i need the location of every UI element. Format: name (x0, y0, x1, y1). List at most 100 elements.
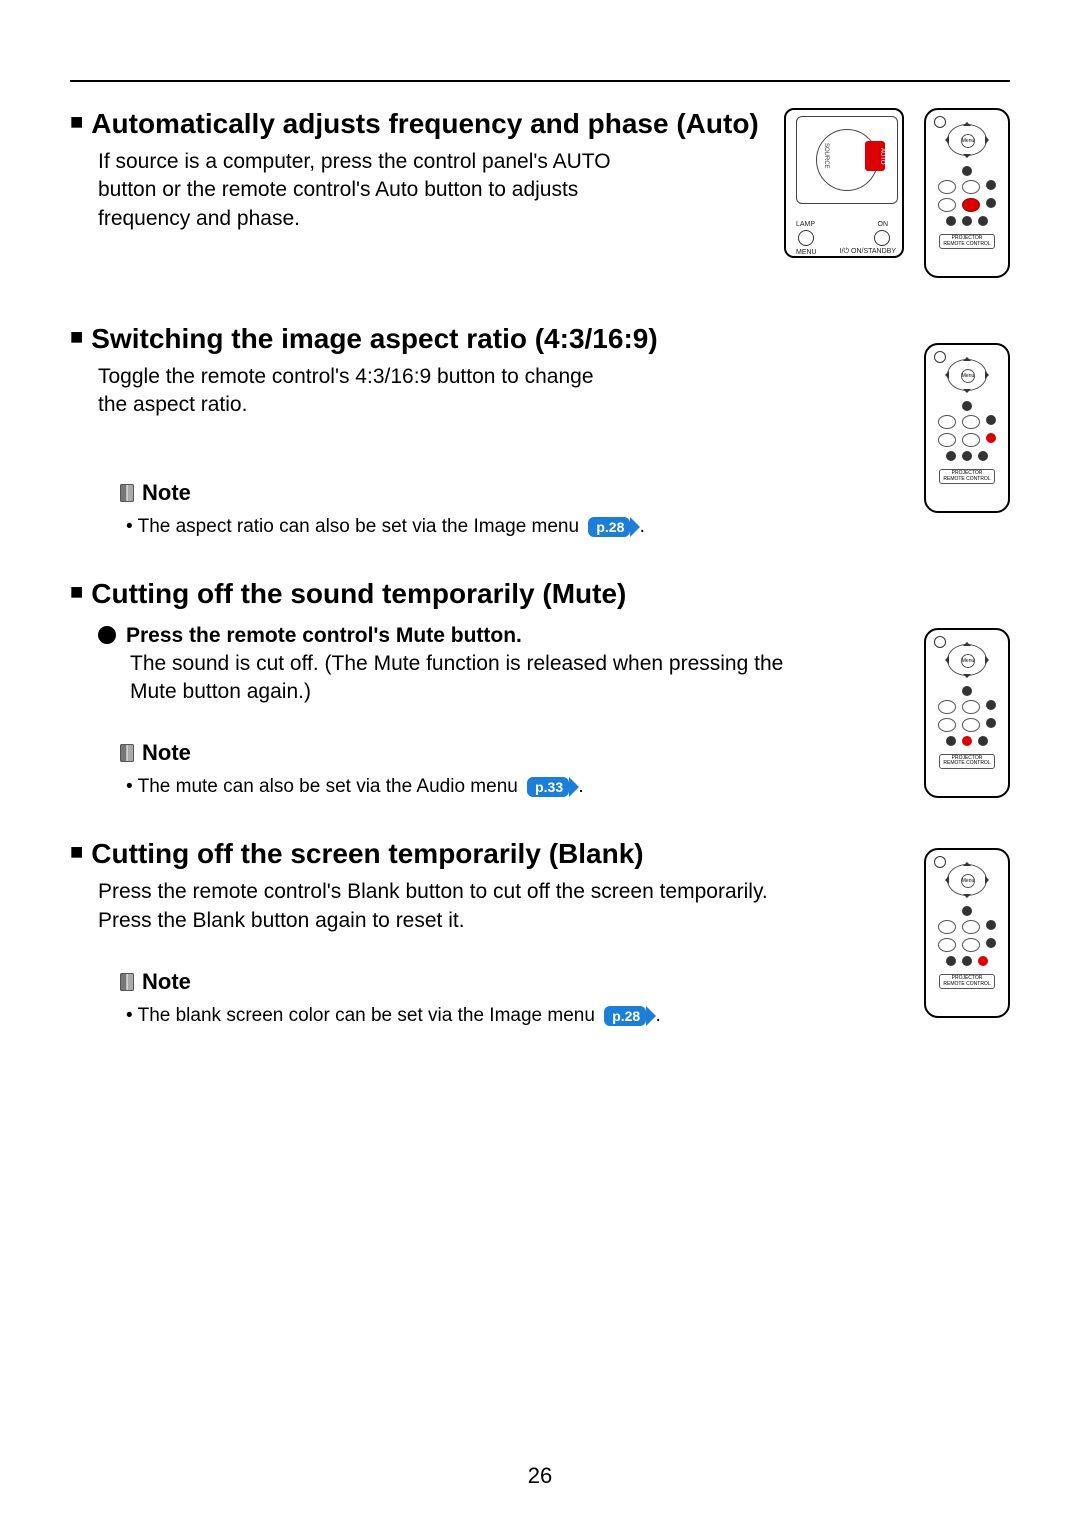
remote-menu-center: Menu (961, 874, 975, 888)
square-bullet-icon: ■ (70, 839, 83, 865)
step-mute: Press the remote control's Mute button. … (98, 624, 1010, 707)
remote-btn-1c (986, 920, 996, 930)
step-title: Press the remote control's Mute button. (98, 624, 1010, 648)
page-ref-badge[interactable]: p.28 (588, 517, 630, 537)
remote-btn-2a (938, 198, 956, 212)
plate-line2: REMOTE CONTROL (943, 476, 990, 482)
section-mute: ■ Cutting off the sound temporarily (Mut… (70, 578, 1010, 799)
note-item: The aspect ratio can also be set via the… (126, 516, 1010, 538)
remote-btn-1c (986, 180, 996, 190)
triangle-down-icon (963, 674, 971, 682)
triangle-right-icon (985, 136, 993, 144)
heading-text: Cutting off the sound temporarily (Mute) (91, 578, 626, 610)
remote-aspect-button-highlight (986, 433, 996, 443)
square-bullet-icon: ■ (70, 109, 83, 135)
triangle-left-icon (941, 656, 949, 664)
remote-ext-button (962, 401, 972, 411)
remote-row3 (946, 451, 988, 461)
page-ref-badge[interactable]: p.28 (604, 1006, 646, 1026)
remote-menu-center: Menu (961, 654, 975, 668)
remote-btn-2b (962, 938, 980, 952)
remote-blank-button-highlight (978, 956, 988, 966)
step-body: The sound is cut off. (The Mute function… (130, 650, 830, 707)
remote-mute-button-highlight (962, 736, 972, 746)
remote-btn-1a (938, 415, 956, 429)
heading-mute: ■ Cutting off the sound temporarily (Mut… (70, 578, 1010, 610)
remote-ext-button (962, 166, 972, 176)
top-rule (70, 80, 1010, 82)
figures-auto: AUTO SOURCE LAMP ON MENU I/⏻ ON/STANDBY … (784, 108, 1010, 278)
remote-plate: PROJECTOR REMOTE CONTROL (939, 754, 995, 769)
remote-row-ext (962, 906, 972, 916)
note-blank: Note The blank screen color can be set v… (120, 969, 1010, 1027)
remote-row-ext (962, 401, 972, 411)
remote-illustration-auto: Menu (924, 108, 1010, 278)
remote-row1 (938, 700, 996, 714)
heading-blank: ■ Cutting off the screen temporarily (Bl… (70, 838, 1010, 870)
remote-row1 (938, 415, 996, 429)
plate-line2: REMOTE CONTROL (943, 981, 990, 987)
note-text-pre: The blank screen color can be set via th… (138, 1005, 601, 1026)
note-head: Note (120, 740, 1010, 766)
plate-line2: REMOTE CONTROL (943, 760, 990, 766)
auto-button-highlight: AUTO (865, 141, 885, 171)
remote-plate: PROJECTOR REMOTE CONTROL (939, 469, 995, 484)
note-head: Note (120, 969, 1010, 995)
remote-dpad: Menu (943, 860, 991, 900)
heading-text: Cutting off the screen temporarily (Blan… (91, 838, 643, 870)
remote-btn-1c (986, 415, 996, 425)
note-label: Note (142, 480, 191, 506)
note-text-post: . (655, 1005, 660, 1026)
note-text-pre: The aspect ratio can also be set via the… (138, 516, 585, 537)
triangle-down-icon (963, 894, 971, 902)
control-panel-illustration: AUTO SOURCE LAMP ON MENU I/⏻ ON/STANDBY (784, 108, 904, 258)
remote-row1 (938, 180, 996, 194)
plate-line2: REMOTE CONTROL (943, 241, 990, 247)
note-label: Note (142, 969, 191, 995)
remote-menu-center: Menu (961, 369, 975, 383)
heading-text: Automatically adjusts frequency and phas… (91, 108, 758, 140)
remote-illustration-blank: Menu (924, 848, 1010, 1018)
triangle-right-icon (985, 876, 993, 884)
note-item: The blank screen color can be set via th… (126, 1005, 1010, 1027)
note-list: The blank screen color can be set via th… (126, 1005, 1010, 1027)
remote-row-ext (962, 686, 972, 696)
source-label: SOURCE (809, 141, 829, 171)
remote-btn-3c (978, 736, 988, 746)
body-auto: If source is a computer, press the contr… (98, 148, 618, 233)
note-icon (120, 484, 134, 502)
remote-illustration-mute: Menu (924, 628, 1010, 798)
remote-btn-3a (946, 956, 956, 966)
triangle-up-icon (963, 638, 971, 646)
note-text-post: . (578, 776, 583, 797)
page-ref-badge[interactable]: p.33 (527, 777, 569, 797)
triangle-up-icon (963, 858, 971, 866)
remote-btn-1b (962, 700, 980, 714)
remote-dpad: Menu (943, 120, 991, 160)
remote-btn-2a (938, 433, 956, 447)
standby-label: I/⏻ ON/STANDBY (840, 248, 896, 256)
square-bullet-icon: ■ (70, 324, 83, 350)
note-head: Note (120, 480, 1010, 506)
remote-row2 (938, 718, 996, 732)
remote-btn-3a (946, 736, 956, 746)
remote-row3 (946, 216, 988, 226)
panel-dpad: AUTO SOURCE (796, 116, 898, 204)
note-list: The aspect ratio can also be set via the… (126, 516, 1010, 538)
remote-btn-2c (986, 198, 996, 208)
heading-text: Switching the image aspect ratio (4:3/16… (91, 323, 657, 355)
remote-ext-button (962, 906, 972, 916)
page-number: 26 (0, 1463, 1080, 1489)
standby-led-icon (874, 230, 890, 246)
body-aspect: Toggle the remote control's 4:3/16:9 but… (98, 363, 618, 420)
remote-row2 (938, 938, 996, 952)
remote-btn-3a (946, 451, 956, 461)
triangle-up-icon (963, 118, 971, 126)
remote-menu-center: Menu (961, 134, 975, 148)
note-mute: Note The mute can also be set via the Au… (120, 740, 1010, 798)
remote-btn-3a (946, 216, 956, 226)
remote-btn-2b (962, 718, 980, 732)
remote-auto-button-highlight (962, 198, 980, 212)
remote-btn-3b (962, 451, 972, 461)
remote-btn-3b (962, 216, 972, 226)
